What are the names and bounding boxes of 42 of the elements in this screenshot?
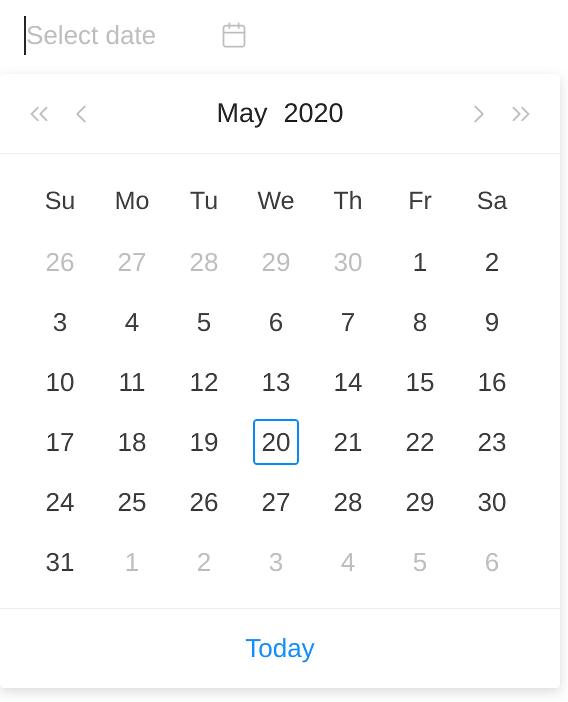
day-cell[interactable]: 6 [253,299,299,345]
weekday-label: Fr [408,186,432,218]
day-cell[interactable]: 29 [397,479,443,525]
day-cell[interactable]: 26 [181,479,227,525]
day-cell[interactable]: 12 [181,359,227,405]
day-cell[interactable]: 10 [37,359,83,405]
day-cell[interactable]: 24 [37,479,83,525]
day-cell[interactable]: 5 [181,299,227,345]
day-cell[interactable]: 15 [397,359,443,405]
day-cell[interactable]: 23 [469,419,515,465]
day-cell[interactable]: 31 [37,539,83,585]
day-cell[interactable]: 25 [109,479,155,525]
year-label[interactable]: 2020 [283,93,344,134]
day-cell[interactable]: 14 [325,359,371,405]
day-cell[interactable]: 8 [397,299,443,345]
day-cell[interactable]: 21 [325,419,371,465]
weekday-label: Th [333,186,363,218]
day-cell[interactable]: 3 [37,299,83,345]
day-cell[interactable]: 27 [253,479,299,525]
day-cell[interactable]: 11 [109,359,155,405]
day-cell[interactable]: 30 [469,479,515,525]
day-cell[interactable]: 22 [397,419,443,465]
month-label[interactable]: May [216,93,268,134]
day-cell[interactable]: 13 [253,359,299,405]
weekday-label: Sa [476,186,508,218]
day-cell[interactable]: 9 [469,299,515,345]
day-cell[interactable]: 2 [469,239,515,285]
day-cell[interactable]: 1 [397,239,443,285]
day-cell[interactable]: 16 [469,359,515,405]
day-cell[interactable]: 18 [109,419,155,465]
day-cell[interactable]: 4 [109,299,155,345]
date-input[interactable]: Select date [24,16,204,54]
day-cell[interactable]: 17 [37,419,83,465]
weekday-label: We [257,186,295,218]
calendar-icon[interactable] [220,21,248,49]
day-cell[interactable]: 20 [253,419,299,465]
day-cell[interactable]: 28 [325,479,371,525]
weekday-label: Mo [114,186,150,218]
day-cell[interactable]: 19 [181,419,227,465]
day-cell[interactable]: 7 [325,299,371,345]
weekday-label: Tu [190,186,218,218]
weekday-label: Su [44,186,76,218]
